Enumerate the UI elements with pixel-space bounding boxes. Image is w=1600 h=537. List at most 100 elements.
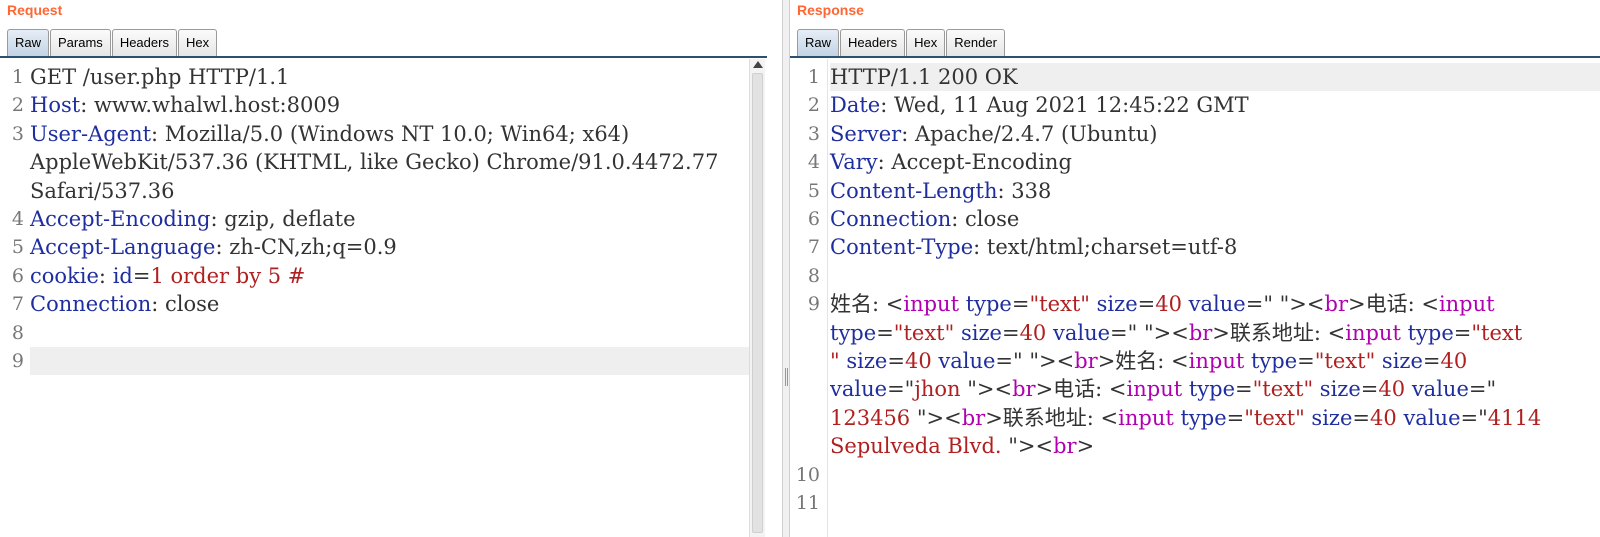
code-token: type (1250, 348, 1298, 373)
code-token: size (1319, 377, 1361, 402)
code-token: jhon (914, 377, 968, 402)
code-token: =" (887, 377, 915, 402)
code-token: value (830, 377, 888, 402)
request-tab-params[interactable]: Params (50, 29, 111, 56)
pane-splitter[interactable] (782, 0, 790, 537)
line-number: 1 (807, 66, 820, 88)
code-token: 姓名: < (830, 292, 904, 317)
code-line[interactable] (830, 460, 1600, 488)
code-line[interactable]: Server: Apache/2.4.7 (Ubuntu) (830, 120, 1600, 148)
code-line[interactable]: value="jhon "><br>电话: <input type="text"… (830, 375, 1600, 403)
line-number: 7 (11, 293, 24, 316)
code-token: User-Agent (30, 121, 152, 146)
code-token: = (132, 263, 151, 288)
code-token: Server (830, 121, 902, 146)
response-tab-rule (790, 56, 1600, 58)
code-token: : Accept-Encoding (877, 150, 1072, 175)
line-number: 6 (807, 208, 820, 230)
code-line[interactable]: Safari/537.36 (30, 177, 749, 205)
code-token: 40 (1440, 348, 1468, 373)
code-token: Accept-Language (30, 235, 216, 260)
scroll-up-arrow-icon[interactable] (753, 61, 763, 68)
code-token: : (98, 263, 113, 288)
response-editor[interactable]: 1 2 3 4 5 6 7 8 9 10 11 HTTP/1.1 200 OK Date: Wed, … (790, 59, 1600, 537)
code-token: br (961, 405, 986, 430)
code-token: >联系地址: < (1212, 320, 1346, 345)
response-tab-hex[interactable]: Hex (906, 29, 946, 56)
request-tab-headers[interactable]: Headers (111, 29, 177, 56)
code-line[interactable]: Connection: close (830, 205, 1600, 233)
code-token: : Mozilla/5.0 (Windows NT 10.0; Win64; x… (151, 121, 630, 146)
request-tab-raw[interactable]: Raw (7, 29, 50, 56)
code-token: 40 (1370, 405, 1404, 430)
code-line[interactable]: type="text" size=40 value=" "><br>联系地址: … (830, 319, 1600, 347)
code-token: id (112, 263, 133, 288)
code-line[interactable]: Vary: Accept-Encoding (830, 148, 1600, 176)
code-token: type (1188, 377, 1236, 402)
code-token: = (1352, 405, 1371, 430)
response-tab-raw[interactable]: Raw (797, 29, 840, 56)
code-line[interactable] (30, 319, 749, 347)
code-token: Sepulveda Blvd. (830, 434, 1009, 459)
code-token: ">< (967, 377, 1013, 402)
code-token: size (1311, 405, 1353, 430)
code-line[interactable] (30, 346, 749, 376)
code-token: Connection (830, 206, 952, 231)
code-token: = (887, 348, 905, 373)
response-tab-headers[interactable]: Headers (840, 29, 906, 56)
response-tabs: Raw Headers Hex Render (797, 29, 1005, 56)
code-token: = (1137, 292, 1156, 317)
code-line[interactable]: 姓名: <input type="text" size=40 value=" "… (830, 290, 1600, 318)
response-tab-render[interactable]: Render (946, 29, 1005, 56)
request-tab-rule (0, 56, 767, 58)
request-tabs: Raw Params Headers Hex (7, 29, 218, 56)
code-line[interactable]: HTTP/1.1 200 OK (830, 63, 1600, 92)
code-line[interactable]: GET /user.php HTTP/1.1 (30, 63, 749, 91)
code-line[interactable]: Content-Length: 338 (830, 177, 1600, 205)
code-token: type (1407, 320, 1454, 345)
request-pane: Request Raw Params Headers Hex 1 2 3 4 5 6 7 8 9… (0, 0, 782, 537)
code-token: : Wed, 11 Aug 2021 12:45:22 GMT (880, 93, 1249, 118)
request-editor[interactable]: 123456789 GET /user.php HTTP/1.1 Host: ww… (0, 59, 765, 537)
code-line[interactable]: Host: www.whalwl.host:8009 (30, 91, 749, 119)
code-token: : Apache/2.4.7 (Ubuntu) (901, 121, 1158, 146)
code-line[interactable] (830, 262, 1600, 290)
code-token: input (1345, 320, 1408, 345)
line-number: 8 (807, 264, 820, 287)
code-line[interactable]: Connection: close (30, 290, 749, 318)
code-token: 40 (1019, 320, 1053, 345)
line-number: 10 (795, 463, 820, 486)
request-tab-hex[interactable]: Hex (177, 29, 218, 56)
response-code[interactable]: HTTP/1.1 200 OK Date: Wed, 11 Aug 2021 12… (830, 63, 1600, 517)
code-token: = (1001, 320, 1020, 345)
code-line[interactable]: " size=40 value=" "><br>姓名: <input type=… (830, 347, 1600, 375)
code-line[interactable] (830, 489, 1600, 517)
request-line-gutter: 1 2 3 4 5 6 7 8 9 (0, 59, 28, 537)
code-line[interactable]: AppleWebKit/537.36 (KHTML, like Gecko) C… (30, 148, 749, 176)
code-line[interactable]: User-Agent: Mozilla/5.0 (Windows NT 10.0… (30, 120, 749, 148)
code-token: br (1074, 348, 1098, 373)
code-line[interactable]: Sepulveda Blvd. "><br> (830, 432, 1600, 460)
code-token: input (903, 292, 966, 317)
code-line[interactable]: Accept-Language: zh-CN,zh;q=0.9 (30, 233, 749, 261)
code-token: input (1126, 377, 1189, 402)
code-line[interactable]: Date: Wed, 11 Aug 2021 12:45:22 GMT (830, 91, 1600, 119)
code-line[interactable]: cookie: id=1 order by 5 # (30, 262, 749, 290)
code-token: size (846, 348, 888, 373)
line-number: 8 (11, 321, 24, 344)
request-scrollbar[interactable] (749, 59, 765, 537)
splitter-grip-icon[interactable] (785, 368, 788, 386)
code-line[interactable]: Content-Type: text/html;charset=utf-8 (830, 233, 1600, 261)
code-token: : 338 (997, 178, 1052, 203)
code-token: : close (151, 292, 220, 317)
code-token: =" (1460, 405, 1488, 430)
code-token: 40 (1155, 292, 1189, 317)
code-token: >联系地址: < (985, 405, 1119, 430)
request-code[interactable]: GET /user.php HTTP/1.1 Host: www.whalwl.h… (30, 63, 749, 376)
code-token: type (1180, 405, 1227, 430)
line-number: 9 (11, 350, 24, 372)
code-line[interactable]: 123456 "><br>联系地址: <input type="text" si… (830, 404, 1600, 432)
code-line[interactable]: Accept-Encoding: gzip, deflate (30, 205, 749, 233)
code-token: = (1422, 348, 1441, 373)
request-scroll-thumb[interactable] (752, 73, 763, 533)
